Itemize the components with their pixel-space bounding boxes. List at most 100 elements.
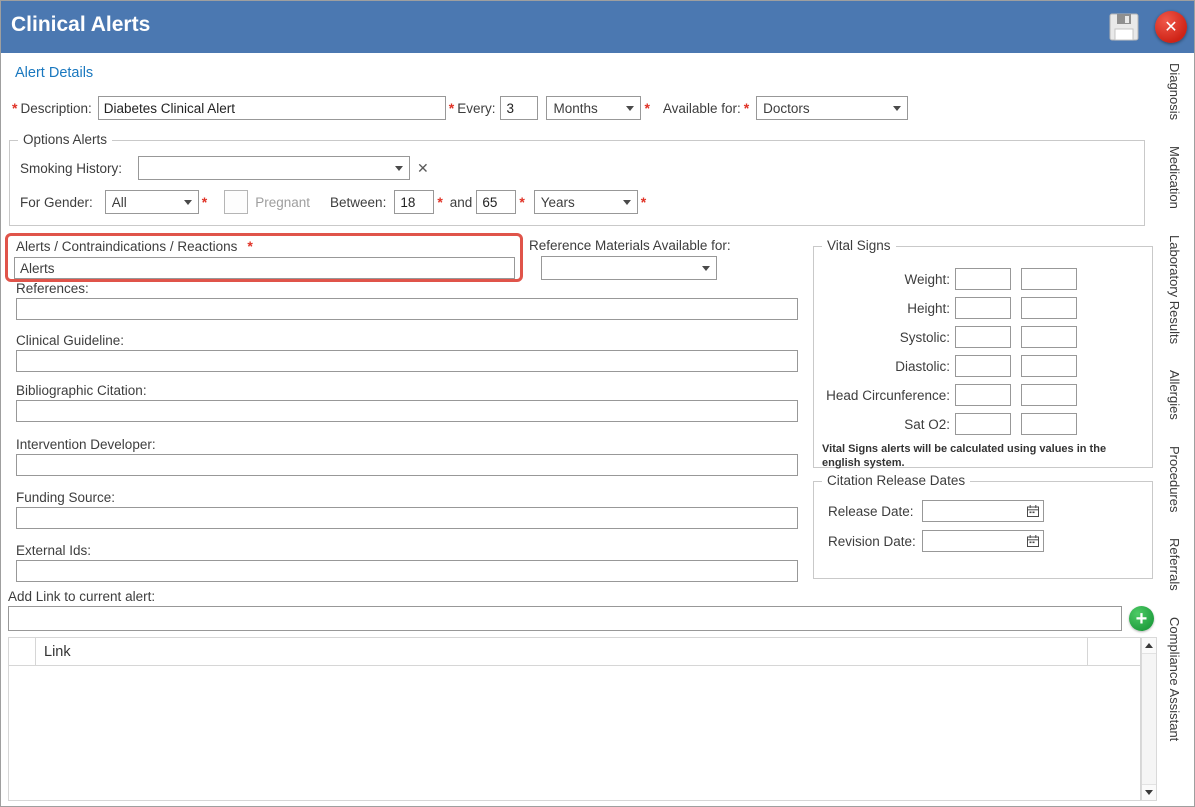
required-asterisk: *	[640, 194, 647, 210]
bibliographic-citation-field: Bibliographic Citation:	[16, 383, 798, 422]
head-circumference-row: Head Circunference:	[820, 384, 1146, 406]
description-input[interactable]	[97, 96, 446, 120]
diastolic-min-input[interactable]	[955, 355, 1011, 377]
links-table-link-column-header: Link	[36, 638, 1088, 665]
clinical-guideline-label: Clinical Guideline:	[16, 333, 125, 348]
alerts-type-select[interactable]: Alerts	[14, 257, 515, 279]
plus-icon: +	[1135, 607, 1148, 630]
options-alerts-group: Options Alerts Smoking History: ✕ For Ge…	[9, 132, 1145, 226]
add-link-label: Add Link to current alert:	[8, 589, 156, 604]
height-max-input[interactable]	[1021, 297, 1077, 319]
bibliographic-citation-label: Bibliographic Citation:	[16, 383, 147, 398]
systolic-row: Systolic:	[820, 326, 1146, 348]
sat-o2-min-input[interactable]	[955, 413, 1011, 435]
systolic-min-input[interactable]	[955, 326, 1011, 348]
add-link-button[interactable]: +	[1129, 606, 1154, 631]
diastolic-row: Diastolic:	[820, 355, 1146, 377]
dropdown-arrow-icon	[626, 105, 635, 111]
close-button[interactable]: ✕	[1155, 11, 1187, 43]
weight-max-input[interactable]	[1021, 268, 1077, 290]
revision-date-input[interactable]	[922, 530, 1044, 552]
every-unit-select[interactable]: Months	[546, 96, 642, 120]
required-asterisk: *	[201, 194, 208, 210]
calendar-icon[interactable]	[1026, 534, 1040, 548]
scroll-up-button[interactable]	[1142, 638, 1156, 654]
height-row: Height:	[820, 297, 1146, 319]
head-circumference-max-input[interactable]	[1021, 384, 1077, 406]
funding-source-field: Funding Source:	[16, 490, 798, 529]
smoking-history-select[interactable]	[138, 156, 411, 180]
sat-o2-label: Sat O2:	[904, 416, 950, 432]
external-ids-label: External Ids:	[16, 543, 92, 558]
scroll-down-icon	[1145, 790, 1153, 795]
titlebar: Clinical Alerts ✕	[1, 1, 1194, 53]
systolic-label: Systolic:	[899, 329, 950, 345]
for-gender-select[interactable]: All	[104, 190, 199, 214]
height-min-input[interactable]	[955, 297, 1011, 319]
bibliographic-citation-input[interactable]	[16, 400, 798, 422]
save-button[interactable]	[1106, 11, 1142, 43]
funding-source-input[interactable]	[16, 507, 798, 529]
head-circumference-min-input[interactable]	[955, 384, 1011, 406]
age-max-input[interactable]	[476, 190, 517, 214]
height-label: Height:	[907, 300, 950, 316]
reference-materials-select[interactable]	[541, 256, 717, 280]
description-row: * Description: * Every: Months * Availab…	[9, 96, 909, 120]
every-unit-value: Months	[553, 100, 598, 116]
reference-materials-label-row: Reference Materials Available for:	[529, 238, 731, 253]
between-label: Between:	[330, 194, 387, 210]
age-min-input[interactable]	[394, 190, 435, 214]
clinical-guideline-input[interactable]	[16, 350, 798, 372]
alert-details-link[interactable]: Alert Details	[15, 65, 93, 81]
available-for-value: Doctors	[763, 100, 810, 116]
external-ids-input[interactable]	[16, 560, 798, 582]
references-label: References:	[16, 281, 89, 296]
weight-row: Weight:	[820, 268, 1146, 290]
systolic-max-input[interactable]	[1021, 326, 1077, 348]
scroll-down-button[interactable]	[1142, 784, 1156, 800]
weight-min-input[interactable]	[955, 268, 1011, 290]
clear-icon[interactable]: ✕	[417, 160, 429, 177]
side-tab-referrals[interactable]: Referrals	[1167, 538, 1182, 591]
side-tab-diagnosis[interactable]: Diagnosis	[1167, 63, 1182, 120]
intervention-developer-field: Intervention Developer:	[16, 437, 798, 476]
vital-signs-note: Vital Signs alerts will be calculated us…	[822, 443, 1107, 470]
reference-materials-label: Reference Materials Available for:	[529, 238, 731, 253]
head-circumference-label: Head Circunference:	[826, 387, 950, 403]
age-unit-select[interactable]: Years	[533, 190, 638, 214]
sat-o2-max-input[interactable]	[1021, 413, 1077, 435]
pregnant-checkbox[interactable]	[224, 190, 249, 214]
side-tab-laboratory-results[interactable]: Laboratory Results	[1167, 235, 1182, 344]
side-tab-medication[interactable]: Medication	[1167, 146, 1182, 209]
side-tab-compliance-assistant[interactable]: Compliance Assistant	[1167, 617, 1182, 741]
clinical-guideline-field: Clinical Guideline:	[16, 333, 798, 372]
alerts-label-row: Alerts / Contraindications / Reactions *	[16, 238, 256, 254]
add-link-input[interactable]	[8, 606, 1122, 631]
calendar-icon[interactable]	[1026, 504, 1040, 518]
available-for-label: Available for:	[662, 100, 741, 116]
links-table-body	[9, 666, 1140, 802]
required-asterisk: *	[12, 100, 18, 116]
for-gender-label: For Gender:	[20, 194, 93, 210]
side-tab-allergies[interactable]: Allergies	[1167, 370, 1182, 420]
references-field: References:	[16, 281, 798, 320]
side-tab-procedures[interactable]: Procedures	[1167, 446, 1182, 512]
alerts-contraindications-label: Alerts / Contraindications / Reactions	[16, 238, 238, 254]
revision-date-label: Revision Date:	[828, 533, 916, 549]
citation-release-dates-legend: Citation Release Dates	[822, 473, 971, 488]
diastolic-label: Diastolic:	[895, 358, 950, 374]
every-input[interactable]	[500, 96, 539, 120]
available-for-select[interactable]: Doctors	[756, 96, 909, 120]
add-link-label-row: Add Link to current alert:	[8, 589, 155, 604]
weight-label: Weight:	[904, 271, 950, 287]
intervention-developer-input[interactable]	[16, 454, 798, 476]
diastolic-max-input[interactable]	[1021, 355, 1077, 377]
dropdown-arrow-icon	[893, 105, 902, 111]
close-icon: ✕	[1164, 19, 1178, 36]
references-input[interactable]	[16, 298, 798, 320]
gender-age-row: For Gender: All * Pregnant Between: * an…	[20, 190, 649, 214]
required-asterisk: *	[247, 238, 253, 254]
release-date-input[interactable]	[922, 500, 1044, 522]
links-table-scrollbar[interactable]	[1141, 637, 1157, 801]
external-ids-field: External Ids:	[16, 543, 798, 582]
